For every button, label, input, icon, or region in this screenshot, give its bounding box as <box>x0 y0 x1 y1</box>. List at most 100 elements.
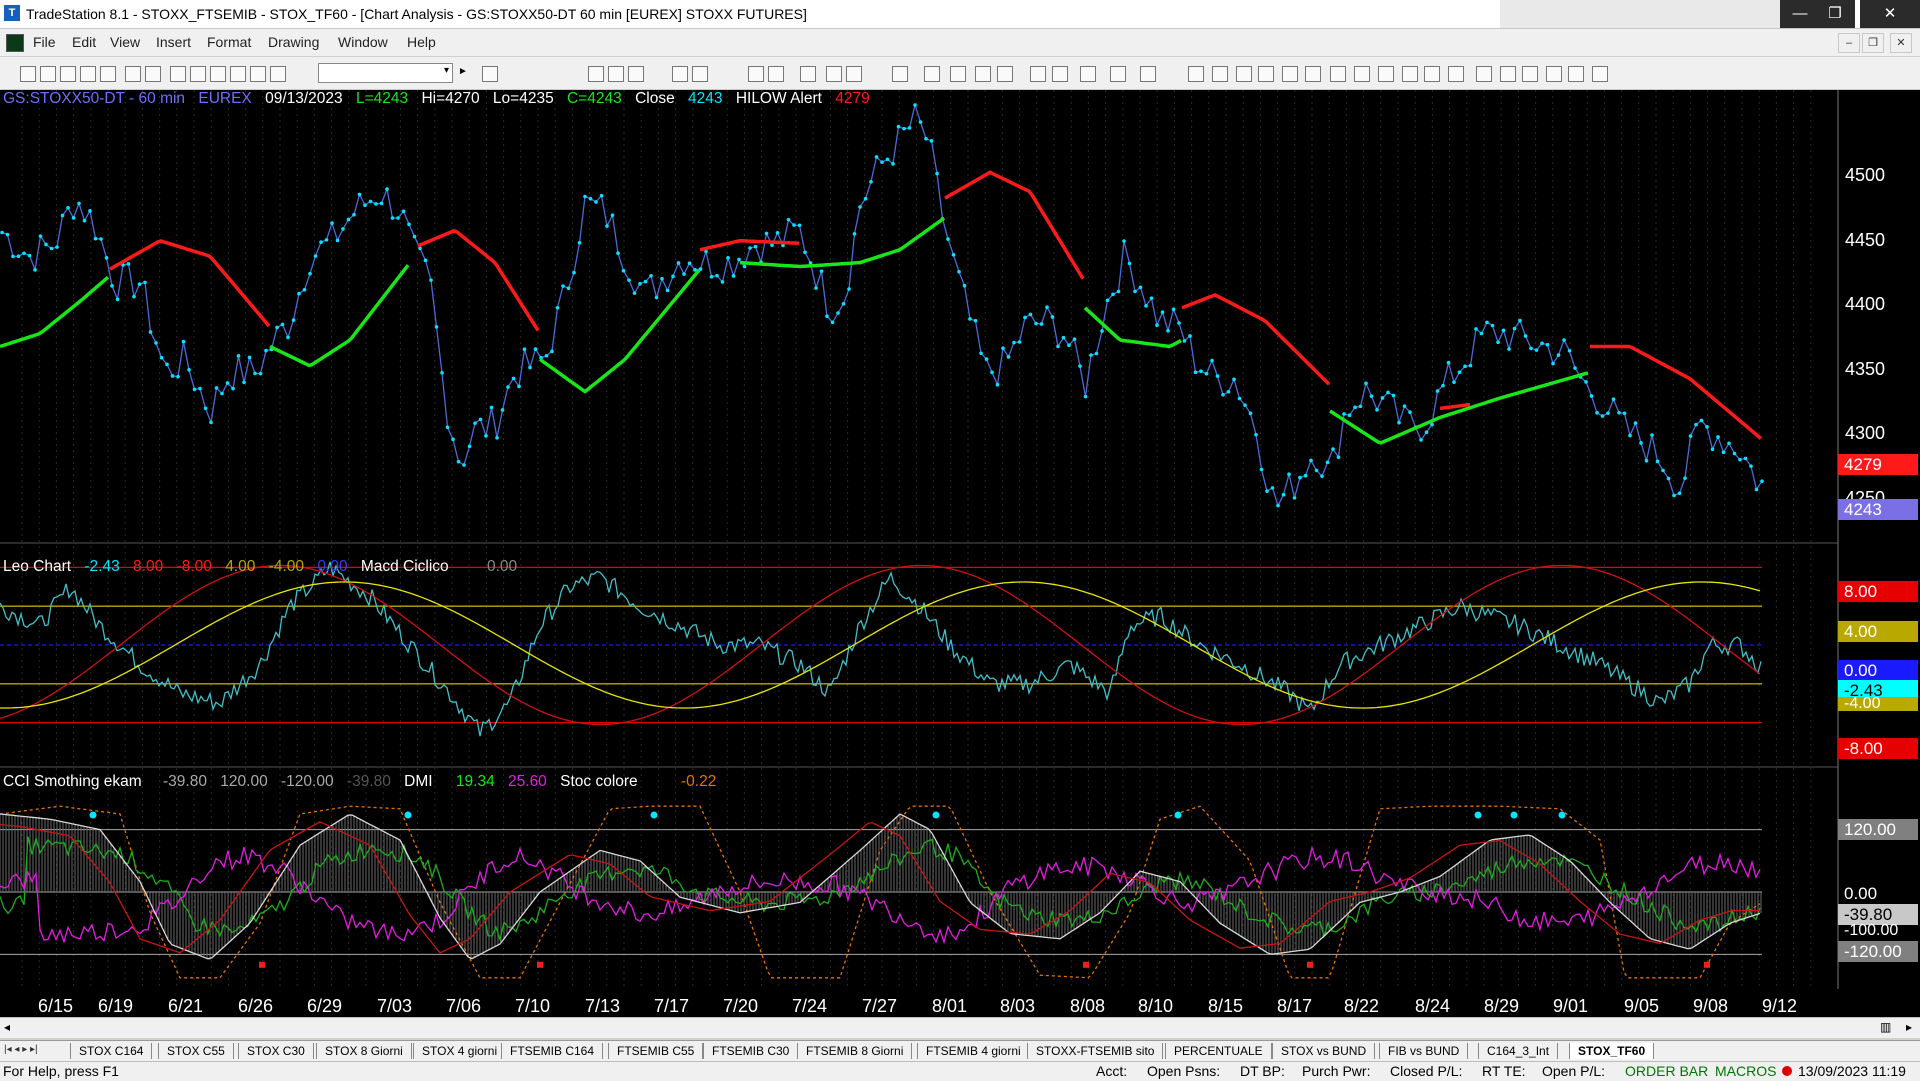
table-icon[interactable] <box>628 66 644 82</box>
color-icon[interactable] <box>250 66 266 82</box>
tab-stox-vs-bund[interactable]: STOX vs BUND <box>1272 1043 1376 1059</box>
mdi-minimize-button[interactable]: – <box>1838 33 1860 53</box>
status-macros[interactable]: MACROS <box>1715 1063 1776 1079</box>
fan-icon[interactable] <box>1330 66 1346 82</box>
menu-view[interactable]: View <box>110 34 140 50</box>
tab-ftsemib-c55[interactable]: FTSEMIB C55 <box>608 1043 704 1059</box>
tab-stox-8-giorni[interactable]: STOX 8 Giorni <box>316 1043 412 1059</box>
tab-stox-tf60[interactable]: STOX_TF60 <box>1569 1043 1655 1059</box>
tab-ftsemib-8-giorni[interactable]: FTSEMIB 8 Giorni <box>797 1043 913 1059</box>
chart-window-icon[interactable] <box>6 34 24 52</box>
tab-ftsemib-c30[interactable]: FTSEMIB C30 <box>703 1043 799 1059</box>
price-point <box>1694 422 1698 427</box>
fibonacci-icon[interactable] <box>1282 66 1298 82</box>
copy-icon[interactable] <box>190 66 206 82</box>
rectangle-icon[interactable] <box>1568 66 1584 82</box>
scroll-right-icon[interactable]: ▸ <box>1906 1020 1912 1034</box>
price-point <box>16 254 21 259</box>
cci-axis-box: 120.00 <box>1838 819 1918 840</box>
channel-icon[interactable] <box>1258 66 1274 82</box>
menu-file[interactable]: File <box>33 34 56 50</box>
arc-icon[interactable] <box>1424 66 1440 82</box>
date-axis-tick: 8/29 <box>1484 996 1520 1016</box>
speed-lines-icon[interactable] <box>1378 66 1394 82</box>
tools-icon[interactable] <box>1080 66 1096 82</box>
zoom-find-icon[interactable] <box>482 66 498 82</box>
tab-c164-3-int[interactable]: C164_3_Int <box>1478 1043 1559 1059</box>
matrix-icon[interactable] <box>608 66 624 82</box>
link-icon[interactable] <box>230 66 246 82</box>
save-icon[interactable] <box>60 66 76 82</box>
price-point <box>187 367 191 372</box>
tab-stox-4-giorni[interactable]: STOX 4 giorni <box>413 1043 507 1059</box>
mdi-close-button[interactable]: ✕ <box>1890 33 1912 53</box>
menu-insert[interactable]: Insert <box>156 34 191 50</box>
minimize-button[interactable]: — <box>1780 0 1820 28</box>
price-point <box>280 322 285 327</box>
curve-icon[interactable] <box>1476 66 1492 82</box>
tab-percentuale[interactable]: PERCENTUALE <box>1165 1043 1272 1059</box>
ellipse-icon[interactable] <box>1546 66 1562 82</box>
go-arrow-icon[interactable]: ► <box>458 66 468 77</box>
alarm-icon[interactable] <box>800 66 816 82</box>
menu-format[interactable]: Format <box>207 34 251 50</box>
horizontal-scrollbar[interactable]: ◂ ▥ ▸ <box>0 1017 1920 1038</box>
horizontal-line-icon[interactable] <box>1236 66 1252 82</box>
menu-help[interactable]: Help <box>407 34 436 50</box>
indicator-icon[interactable] <box>672 66 688 82</box>
status-order-bar[interactable]: ORDER BAR <box>1625 1063 1708 1079</box>
new-icon[interactable] <box>20 66 36 82</box>
tab-fib-vs-bund[interactable]: FIB vs BUND <box>1379 1043 1469 1059</box>
arrow-up-icon[interactable] <box>1522 66 1538 82</box>
print-preview-icon[interactable] <box>125 66 141 82</box>
bars-icon[interactable] <box>892 66 908 82</box>
menu-window[interactable]: Window <box>338 34 388 50</box>
close-button[interactable]: ✕ <box>1860 0 1920 28</box>
vertical-line-icon[interactable] <box>1212 66 1228 82</box>
globe-icon[interactable] <box>270 66 286 82</box>
workspace-icon[interactable] <box>80 66 96 82</box>
chart-icon[interactable] <box>588 66 604 82</box>
scale-icon[interactable] <box>950 66 966 82</box>
drag-icon[interactable] <box>1052 66 1068 82</box>
pitchfork-icon[interactable] <box>1354 66 1370 82</box>
scroll-left-icon[interactable]: ◂ <box>4 1020 10 1034</box>
menu-drawing[interactable]: Drawing <box>268 34 319 50</box>
format-icon[interactable] <box>748 66 764 82</box>
chart-area[interactable]: GS:STOXX50-DT - 60 min EUREX 09/13/2023 … <box>0 90 1920 1038</box>
gann-icon[interactable] <box>1305 66 1321 82</box>
menu-edit[interactable]: Edit <box>72 34 96 50</box>
tab-nav-icon[interactable]: |◂ ◂ ▸ ▸| <box>4 1044 38 1055</box>
symbol-icon[interactable] <box>768 66 784 82</box>
maximize-button[interactable]: ❐ <box>1815 0 1855 28</box>
zoom-out-icon[interactable] <box>997 66 1013 82</box>
chart-canvas[interactable] <box>0 90 1920 1017</box>
arrows-icon[interactable] <box>924 66 940 82</box>
pointer-icon[interactable] <box>1030 66 1046 82</box>
open-icon[interactable] <box>40 66 56 82</box>
symbol-combo[interactable]: ▾ <box>318 63 453 83</box>
zoom-in-icon[interactable] <box>975 66 991 82</box>
strategy-icon[interactable] <box>692 66 708 82</box>
tab-ftsemib-4-giorni[interactable]: FTSEMIB 4 giorni <box>917 1043 1030 1059</box>
trendline-icon[interactable] <box>1188 66 1204 82</box>
window-icon[interactable] <box>1110 66 1126 82</box>
page-icon[interactable] <box>1140 66 1156 82</box>
lock-icon[interactable] <box>210 66 226 82</box>
arrow-lr-icon[interactable] <box>1402 66 1418 82</box>
pen-icon[interactable] <box>1448 66 1464 82</box>
tab-stox-c30[interactable]: STOX C30 <box>238 1043 314 1059</box>
cut-icon[interactable] <box>170 66 186 82</box>
scroll-handle-icon[interactable]: ▥ <box>1880 1020 1891 1034</box>
mdi-restore-button[interactable]: ❐ <box>1862 33 1884 53</box>
text-icon[interactable] <box>1592 66 1608 82</box>
tab-stox-c164[interactable]: STOX C164 <box>70 1043 153 1059</box>
print-icon[interactable] <box>145 66 161 82</box>
bar-icon[interactable] <box>846 66 862 82</box>
arrow-down-icon[interactable] <box>1500 66 1516 82</box>
tab-ftsemib-c164[interactable]: FTSEMIB C164 <box>501 1043 604 1059</box>
folder-icon[interactable] <box>100 66 116 82</box>
grid-icon[interactable] <box>826 66 842 82</box>
tab-stox-c55[interactable]: STOX C55 <box>158 1043 234 1059</box>
tab-stoxx-ftsemib-sito[interactable]: STOXX-FTSEMIB sito <box>1027 1043 1164 1059</box>
